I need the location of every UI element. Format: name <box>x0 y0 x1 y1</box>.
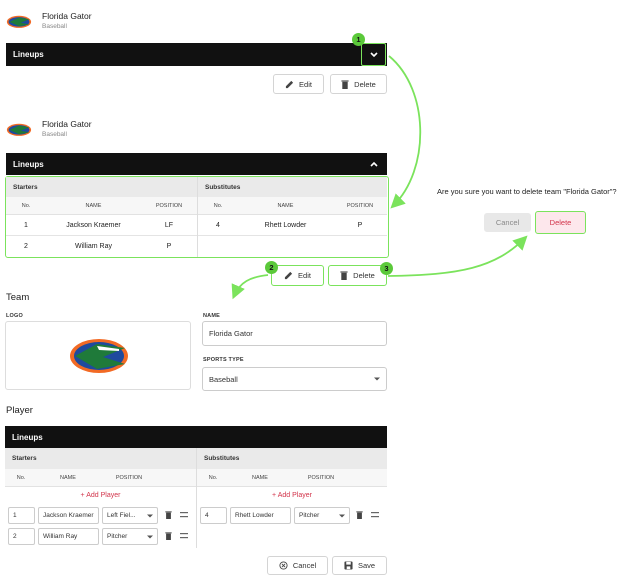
annotation-arrows <box>231 55 528 300</box>
arrow-2 <box>231 274 269 300</box>
arrow-3 <box>387 235 528 277</box>
arrow-1 <box>388 55 422 209</box>
